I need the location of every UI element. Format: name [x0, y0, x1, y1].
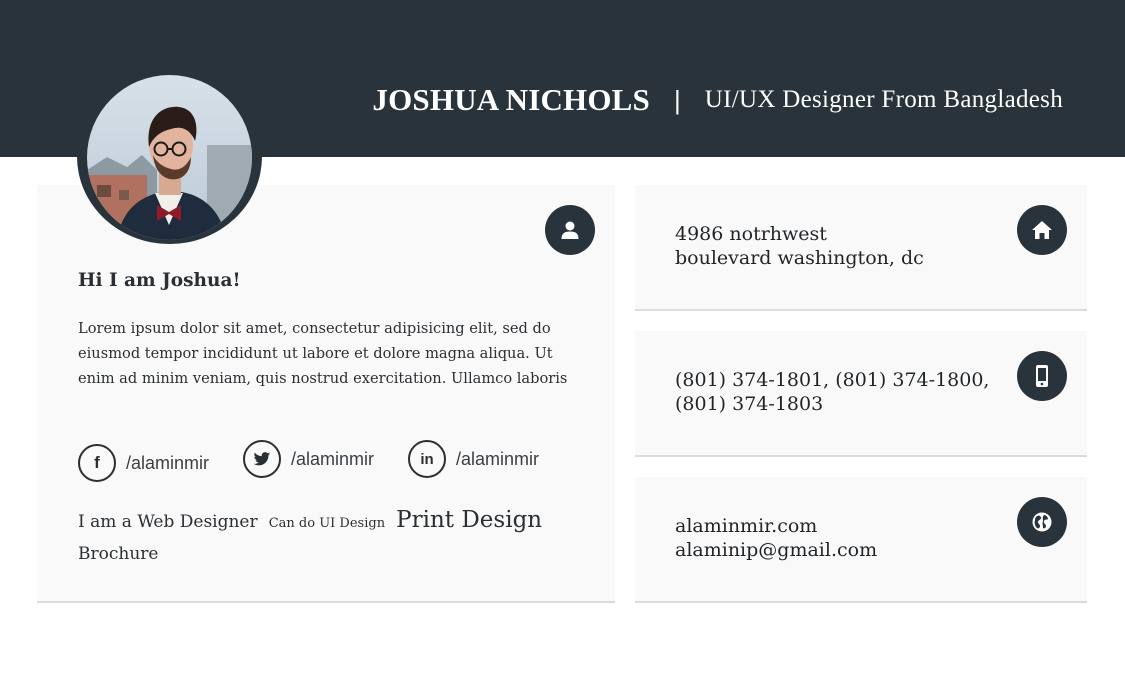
website-link[interactable]: alaminmir.com — [675, 514, 877, 538]
skill-tags: I am a Web Designer Can do UI Design Pri… — [78, 505, 578, 569]
facebook-icon[interactable]: f — [78, 444, 116, 482]
skill-tag: Brochure — [78, 544, 159, 564]
phone-line-1[interactable]: (801) 374-1801, (801) 374-1800, — [675, 368, 989, 392]
phone-card: (801) 374-1801, (801) 374-1800, (801) 37… — [635, 331, 1087, 457]
address-text: 4986 notrhwest boulevard washington, dc — [675, 222, 924, 270]
avatar — [77, 69, 262, 244]
phone-line-2[interactable]: (801) 374-1803 — [675, 392, 989, 416]
bio-text: Lorem ipsum dolor sit amet, consectetur … — [78, 320, 568, 387]
avatar-photo — [87, 75, 252, 240]
linkedin-icon[interactable]: in — [408, 440, 446, 478]
home-icon — [1017, 205, 1067, 255]
social-linkedin[interactable]: in /alaminmir — [408, 440, 539, 478]
user-icon — [545, 205, 595, 255]
skill-tag: I am a Web Designer — [78, 512, 258, 532]
email-link[interactable]: alaminip@gmail.com — [675, 538, 877, 562]
profile-card: Hi I am Joshua! Lorem ipsum dolor sit am… — [37, 185, 615, 603]
profile-role: UI/UX Designer From Bangladesh — [704, 86, 1063, 113]
facebook-handle[interactable]: /alaminmir — [126, 453, 209, 474]
twitter-icon[interactable] — [243, 440, 281, 478]
skill-tag: Can do UI Design — [268, 516, 386, 531]
phone-icon — [1017, 351, 1067, 401]
greeting-heading: Hi I am Joshua! — [78, 270, 241, 291]
header-title: JOSHUA NICHOLS | UI/UX Designer From Ban… — [372, 80, 1063, 120]
web-text: alaminmir.com alaminip@gmail.com — [675, 514, 877, 562]
address-card: 4986 notrhwest boulevard washington, dc — [635, 185, 1087, 311]
profile-name: JOSHUA NICHOLS — [372, 82, 650, 117]
phone-text: (801) 374-1801, (801) 374-1800, (801) 37… — [675, 368, 989, 416]
linkedin-handle[interactable]: /alaminmir — [456, 449, 539, 470]
skill-tag: Print Design — [396, 507, 543, 533]
globe-icon — [1017, 497, 1067, 547]
address-line-1: 4986 notrhwest — [675, 223, 827, 245]
social-facebook[interactable]: f /alaminmir — [78, 444, 209, 482]
social-twitter[interactable]: /alaminmir — [243, 440, 374, 478]
web-card: alaminmir.com alaminip@gmail.com — [635, 477, 1087, 603]
title-separator: | — [673, 84, 681, 115]
address-line-2: boulevard washington, dc — [675, 247, 924, 269]
twitter-handle[interactable]: /alaminmir — [291, 449, 374, 470]
